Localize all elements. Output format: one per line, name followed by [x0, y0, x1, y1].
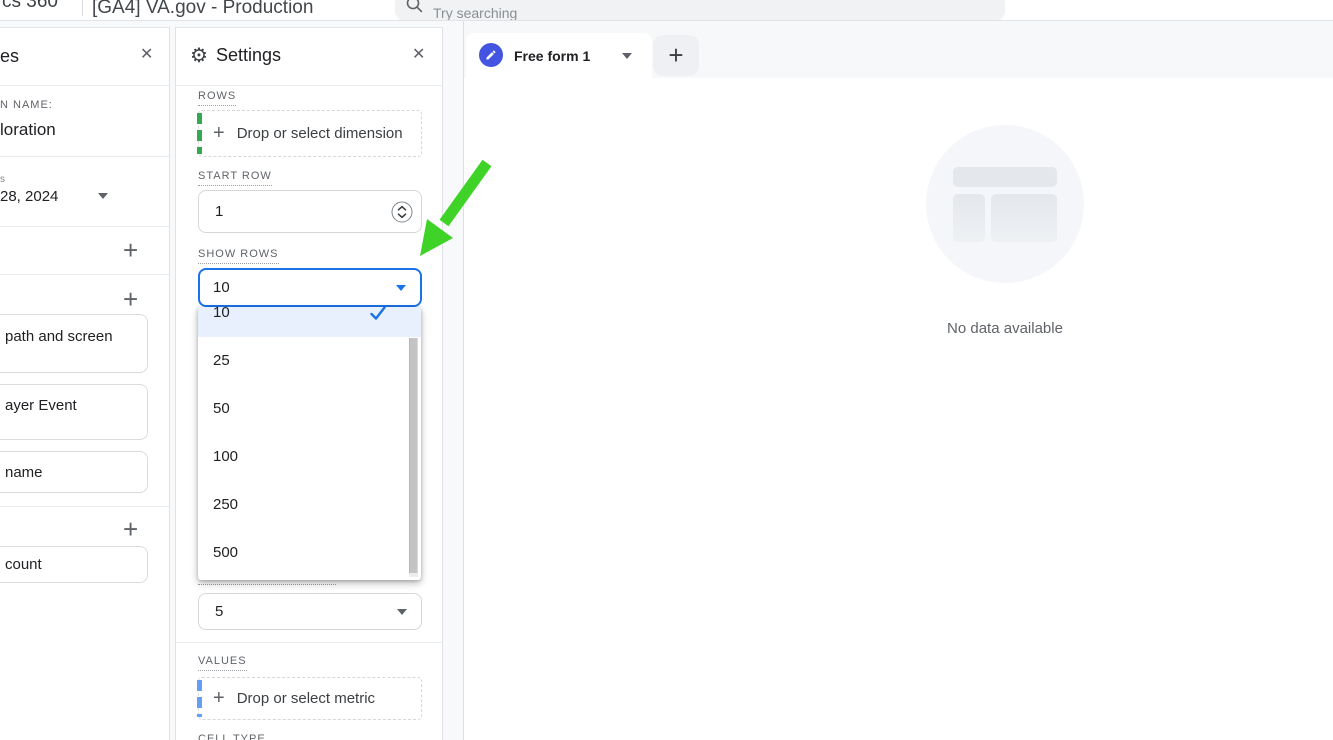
hidden-label-underline — [198, 584, 336, 585]
top-app-bar: cs 360 [GA4] VA.gov - Production Try sea… — [0, 0, 1333, 21]
settings-title: Settings — [216, 45, 281, 66]
empty-state-illustration — [926, 125, 1084, 283]
start-row-label: START ROW — [198, 170, 272, 182]
exploration-name-text: loration — [0, 120, 56, 139]
table-icon — [953, 167, 1057, 187]
cell-type-label: CELL TYPE — [198, 733, 266, 740]
dimension-chip[interactable]: name — [0, 451, 148, 493]
show-rows-dropdown: 10 25 50 100 250 500 — [198, 307, 421, 580]
property-title: [GA4] VA.gov - Production — [92, 0, 313, 19]
search-placeholder: Try searching — [433, 5, 517, 21]
close-icon[interactable]: ✕ — [412, 47, 425, 63]
variables-title-fragment: es — [0, 46, 19, 67]
settings-panel: ⚙ Settings ✕ ROWS + Drop or select dimen… — [175, 27, 443, 740]
rows-label: ROWS — [198, 90, 236, 102]
drop-dimension-text: Drop or select dimension — [237, 125, 403, 142]
variables-panel-header: es ✕ — [0, 28, 169, 86]
chevron-down-icon[interactable] — [622, 53, 632, 59]
drop-metric-zone[interactable]: + Drop or select metric — [198, 677, 422, 720]
divider — [0, 506, 169, 507]
show-rows-value: 10 — [200, 279, 230, 296]
drop-metric-text: Drop or select metric — [237, 690, 375, 707]
chevron-down-icon — [396, 285, 406, 291]
table-icon-cell — [991, 194, 1057, 242]
show-rows-select[interactable]: 10 — [198, 268, 422, 307]
metric-chip[interactable]: count — [0, 546, 148, 583]
dropdown-option[interactable]: 100 — [198, 433, 421, 481]
exploration-name-label: N NAME: — [0, 99, 53, 111]
dimension-chip[interactable]: ayer Event — [0, 384, 148, 440]
exploration-name-value[interactable]: loration — [0, 120, 56, 139]
chevron-down-icon — [397, 609, 407, 615]
values-label: VALUES — [198, 655, 247, 667]
metric-chip-label: count — [0, 556, 42, 573]
plus-icon: + — [213, 122, 225, 145]
dropdown-option[interactable]: 25 — [198, 337, 421, 385]
show-rows-label: SHOW ROWS — [198, 248, 279, 260]
add-tab-button[interactable]: + — [653, 35, 699, 76]
column-groups-select[interactable]: 5 — [198, 593, 422, 630]
scrollbar-thumb[interactable] — [409, 338, 418, 573]
exploration-canvas: Free form 1 + — [463, 21, 1333, 740]
divider — [0, 156, 169, 157]
divider — [176, 642, 442, 643]
dropdown-option[interactable]: 250 — [198, 481, 421, 529]
dropdown-option[interactable]: 50 — [198, 385, 421, 433]
tab-label: Free form 1 — [514, 48, 590, 64]
brand-text-fragment: cs 360 — [2, 0, 58, 13]
start-row-value: 1 — [199, 203, 223, 220]
topbar-divider — [82, 0, 83, 16]
add-dimension-button[interactable]: + — [123, 287, 138, 311]
dimension-chip-label: name — [0, 464, 43, 481]
drop-dimension-zone[interactable]: + Drop or select dimension — [198, 110, 422, 157]
search-icon — [405, 0, 423, 13]
rows-drop-accent — [197, 113, 202, 154]
start-row-input[interactable]: 1 — [198, 190, 422, 233]
variables-panel: es ✕ N NAME: loration s 28, 2024 + + pat… — [0, 27, 170, 740]
table-icon-cell — [953, 194, 985, 242]
column-groups-value: 5 — [199, 603, 223, 620]
tab-free-form-1[interactable]: Free form 1 — [466, 33, 652, 78]
empty-state-text: No data available — [855, 320, 1155, 337]
scrollbar-track[interactable] — [409, 338, 418, 577]
close-icon[interactable]: ✕ — [140, 47, 153, 63]
date-range-value[interactable]: 28, 2024 — [0, 188, 58, 205]
date-range-label-fragment: s — [0, 174, 5, 185]
dimension-chip-label: path and screen — [5, 328, 113, 345]
dimension-chip-label: ayer Event — [5, 397, 77, 414]
dimension-chip[interactable]: path and screen — [0, 314, 148, 373]
search-input[interactable]: Try searching — [395, 0, 1005, 21]
chevron-down-icon[interactable] — [98, 193, 108, 199]
stepper-icon[interactable] — [391, 201, 413, 223]
add-metric-button[interactable]: + — [123, 517, 138, 541]
tab-strip: Free form 1 + — [464, 21, 1333, 78]
dropdown-option-label: 10 — [198, 307, 230, 321]
values-drop-accent — [197, 680, 202, 717]
pencil-icon — [479, 43, 503, 67]
divider — [0, 226, 169, 227]
dropdown-option-selected[interactable]: 10 — [198, 307, 421, 337]
add-segment-button[interactable]: + — [123, 238, 138, 262]
settings-panel-header: ⚙ Settings ✕ — [176, 28, 442, 86]
gear-icon: ⚙ — [190, 43, 208, 68]
plus-icon: + — [213, 687, 225, 710]
divider — [0, 274, 169, 275]
checkmark-icon — [368, 307, 388, 323]
dropdown-option[interactable]: 500 — [198, 529, 421, 577]
